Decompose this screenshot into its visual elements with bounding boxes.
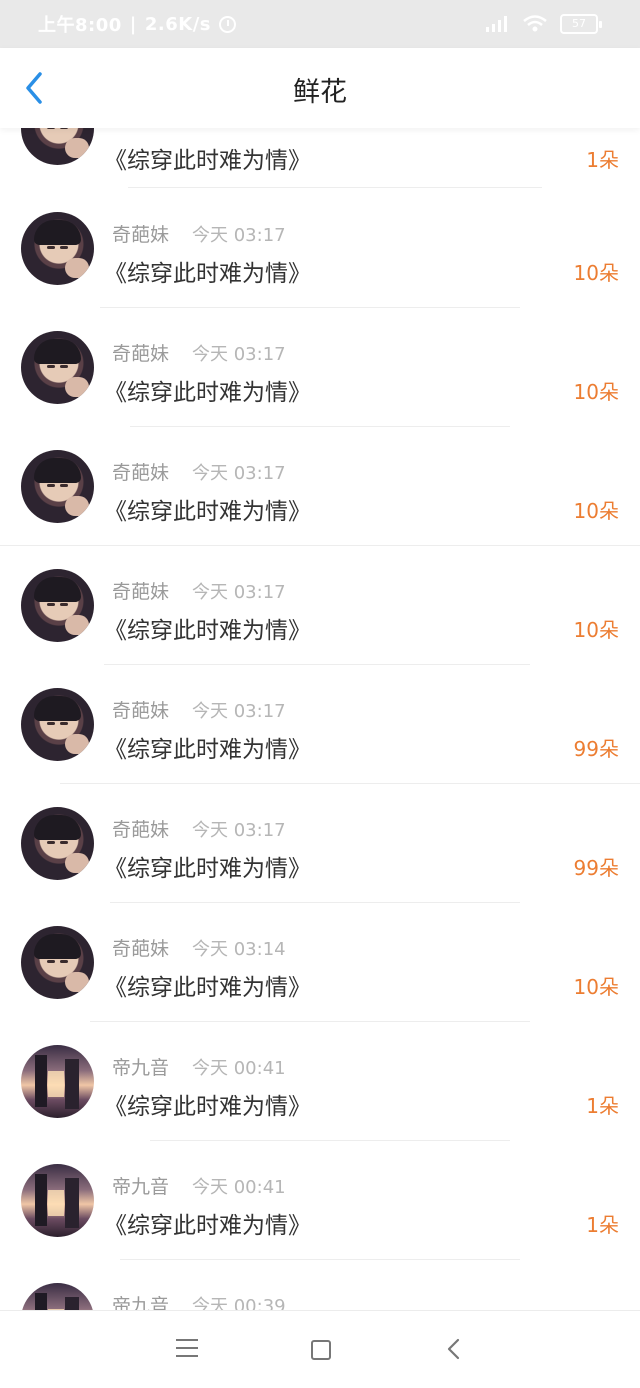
avatar[interactable] (21, 331, 94, 404)
flower-count: 10朵 (573, 380, 619, 404)
list-item[interactable]: 帝九音 今天 00:39 (0, 1259, 640, 1310)
send-time: 今天 03:17 (192, 463, 286, 484)
book-title: 《综穿此时难为情》 (104, 975, 311, 1001)
list-item[interactable]: 帝九音 今天 00:41 《综穿此时难为情》 1朵 (0, 1140, 640, 1260)
book-title: 《综穿此时难为情》 (104, 499, 311, 525)
signal-icon (486, 16, 507, 32)
system-nav-bar (0, 1310, 640, 1388)
network-speed: 2.6K/s (144, 13, 211, 35)
list-item[interactable]: 奇葩妹 今天 03:17 《综穿此时难为情》 10朵 (0, 545, 640, 665)
flower-record-list[interactable]: 《综穿此时难为情》 1朵 奇葩妹 今天 03:17 《综穿此时难为情》 10朵 … (0, 128, 640, 1310)
status-divider: | (129, 13, 137, 35)
sender-name: 奇葩妹 (112, 224, 170, 246)
avatar[interactable] (21, 688, 94, 761)
send-time: 今天 03:14 (192, 939, 286, 960)
send-time: 今天 03:17 (192, 582, 286, 603)
book-title: 《综穿此时难为情》 (104, 380, 311, 406)
avatar[interactable] (21, 1164, 94, 1237)
list-item[interactable]: 《综穿此时难为情》 1朵 (0, 128, 640, 188)
status-bar: 上午8:00 | 2.6K/s 57 (0, 0, 640, 48)
avatar[interactable] (21, 569, 94, 642)
menu-icon[interactable] (176, 1339, 198, 1357)
sender-name: 奇葩妹 (112, 700, 170, 722)
book-title: 《综穿此时难为情》 (104, 261, 311, 287)
sender-name: 帝九音 (112, 1176, 170, 1198)
list-item[interactable]: 奇葩妹 今天 03:17 《综穿此时难为情》 10朵 (0, 188, 640, 308)
wifi-icon (523, 15, 547, 32)
flower-count: 10朵 (573, 261, 619, 285)
avatar[interactable] (21, 1045, 94, 1118)
status-time: 上午8:00 (38, 15, 122, 36)
list-item[interactable]: 奇葩妹 今天 03:17 《综穿此时难为情》 99朵 (0, 664, 640, 784)
flower-count: 1朵 (586, 1213, 619, 1237)
list-item[interactable]: 奇葩妹 今天 03:17 《综穿此时难为情》 10朵 (0, 307, 640, 427)
book-title: 《综穿此时难为情》 (104, 618, 311, 644)
sender-name: 奇葩妹 (112, 343, 170, 365)
book-title: 《综穿此时难为情》 (104, 1213, 311, 1239)
list-item[interactable]: 奇葩妹 今天 03:14 《综穿此时难为情》 10朵 (0, 902, 640, 1022)
list-item[interactable]: 帝九音 今天 00:41 《综穿此时难为情》 1朵 (0, 1021, 640, 1141)
battery-level: 57 (560, 14, 598, 34)
flower-count: 10朵 (573, 618, 619, 642)
flower-count: 10朵 (573, 499, 619, 523)
send-time: 今天 00:41 (192, 1058, 286, 1079)
avatar[interactable] (21, 212, 94, 285)
flower-count: 1朵 (586, 148, 619, 172)
book-title: 《综穿此时难为情》 (104, 1094, 311, 1120)
list-item[interactable]: 奇葩妹 今天 03:17 《综穿此时难为情》 99朵 (0, 783, 640, 903)
send-time: 今天 03:17 (192, 225, 286, 246)
send-time: 今天 00:41 (192, 1177, 286, 1198)
book-title: 《综穿此时难为情》 (104, 148, 311, 174)
avatar[interactable] (21, 128, 94, 165)
status-right: 57 (484, 14, 602, 34)
title-bar: 鲜花 (0, 48, 640, 128)
book-title: 《综穿此时难为情》 (104, 737, 311, 763)
battery-tip (599, 20, 602, 28)
avatar[interactable] (21, 926, 94, 999)
send-time: 今天 03:17 (192, 820, 286, 841)
avatar[interactable] (21, 1283, 94, 1310)
flower-count: 99朵 (573, 737, 619, 761)
triangle-back-icon[interactable] (444, 1337, 464, 1361)
page-title: 鲜花 (293, 77, 347, 108)
send-time: 今天 03:17 (192, 701, 286, 722)
avatar[interactable] (21, 450, 94, 523)
sender-name: 帝九音 (112, 1057, 170, 1079)
alarm-icon (218, 15, 236, 33)
sender-name: 奇葩妹 (112, 819, 170, 841)
sender-name: 帝九音 (112, 1295, 170, 1310)
avatar[interactable] (21, 807, 94, 880)
status-left: 上午8:00 | 2.6K/s (38, 11, 236, 37)
book-title: 《综穿此时难为情》 (104, 856, 311, 882)
list-item[interactable]: 奇葩妹 今天 03:17 《综穿此时难为情》 10朵 (0, 426, 640, 546)
battery-icon: 57 (560, 14, 602, 34)
flower-count: 10朵 (573, 975, 619, 999)
sender-name: 奇葩妹 (112, 938, 170, 960)
flower-count: 1朵 (586, 1094, 619, 1118)
square-home-icon[interactable] (311, 1340, 331, 1360)
flower-count: 99朵 (573, 856, 619, 880)
send-time: 今天 00:39 (192, 1296, 286, 1310)
sender-name: 奇葩妹 (112, 462, 170, 484)
send-time: 今天 03:17 (192, 344, 286, 365)
sender-name: 奇葩妹 (112, 581, 170, 603)
